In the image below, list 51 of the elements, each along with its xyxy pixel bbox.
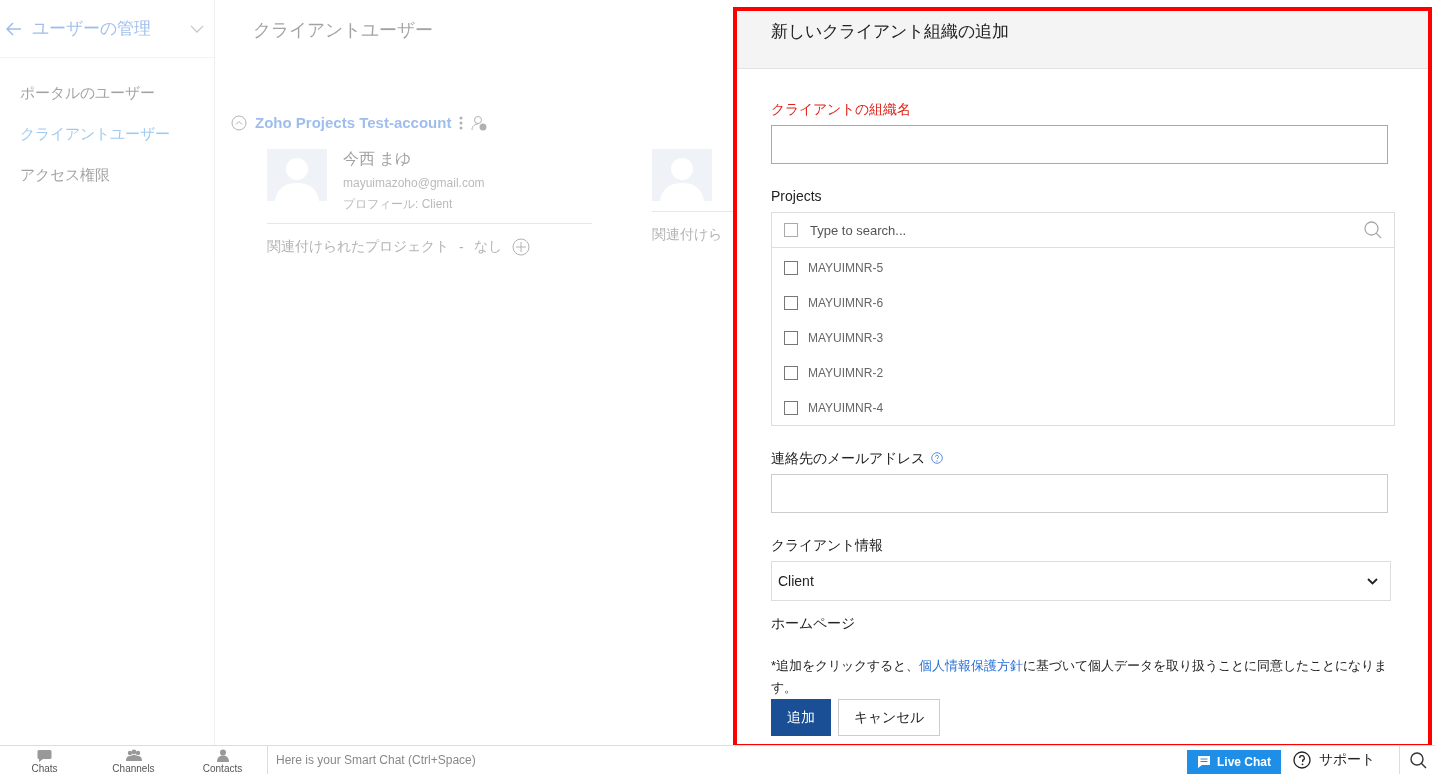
help-icon [1293,751,1311,769]
add-user-icon[interactable] [471,114,488,131]
page-title: クライアントユーザー [253,19,433,42]
chat-icon [1197,755,1211,769]
user-name: 今西 まゆ [343,149,413,169]
field-label: 連絡先のメールアドレス [771,450,925,466]
support-link[interactable]: サポート [1281,746,1400,774]
projects-value: なし [473,238,502,256]
tab-label[interactable]: Chats [31,763,58,774]
user-email: mayuimazoho@gmail.com [343,176,485,190]
checkbox[interactable] [784,400,798,415]
profile-value: Client [421,197,453,211]
field-label: クライアント情報 [771,537,883,553]
search-icon[interactable] [1410,751,1427,769]
consent-text: *追加をクリックすると、個人情報保護方針に基づいて個人データを取り扱うことに同意したことになります。 [771,657,1389,697]
separator-text: - [459,239,464,255]
collapse-icon[interactable] [231,114,247,131]
add-button[interactable]: 追加 [771,699,831,736]
chevron-down-icon [1367,577,1378,585]
sidebar-title: ユーザーの管理 [32,18,152,40]
option-label: MAYUIMNR-3 [808,330,884,345]
tab-label[interactable]: Contacts [202,763,243,774]
option-label: MAYUIMNR-5 [808,260,884,275]
field-label: ホームページ [771,615,856,631]
input-field[interactable] [771,474,1388,513]
privacy-link[interactable]: 個人情報保護方針 [919,658,1024,673]
checkbox[interactable] [784,223,798,237]
chevron-down-icon[interactable] [190,24,204,33]
panel-title: 新しいクライアント組織の追加 [737,11,1428,69]
person-icon[interactable] [214,749,231,762]
checkbox[interactable] [784,260,798,275]
cancel-button[interactable]: キャンセル [838,699,940,736]
help-icon[interactable] [931,452,943,464]
option-label: MAYUIMNR-2 [808,365,884,380]
checkbox[interactable] [784,365,798,380]
field-label: クライアントの組織名 [771,101,911,117]
group-icon[interactable] [125,749,142,762]
checkbox[interactable] [784,295,798,310]
input-field[interactable] [771,125,1388,164]
add-icon[interactable] [511,238,530,256]
option-label: MAYUIMNR-4 [808,400,884,415]
field-label: Projects [771,188,822,204]
option-label: MAYUIMNR-6 [808,295,884,310]
chat-bubble-icon[interactable] [36,749,53,762]
back-arrow-icon[interactable] [6,21,22,36]
tab-label[interactable]: Channels [112,763,155,774]
dropdown[interactable]: Client [771,561,1391,601]
projects-label: 関連付けられたプロジェクト [267,238,449,256]
checkbox[interactable] [784,330,798,345]
more-icon[interactable] [459,115,464,130]
projects-label: 関連付けら [652,226,722,244]
